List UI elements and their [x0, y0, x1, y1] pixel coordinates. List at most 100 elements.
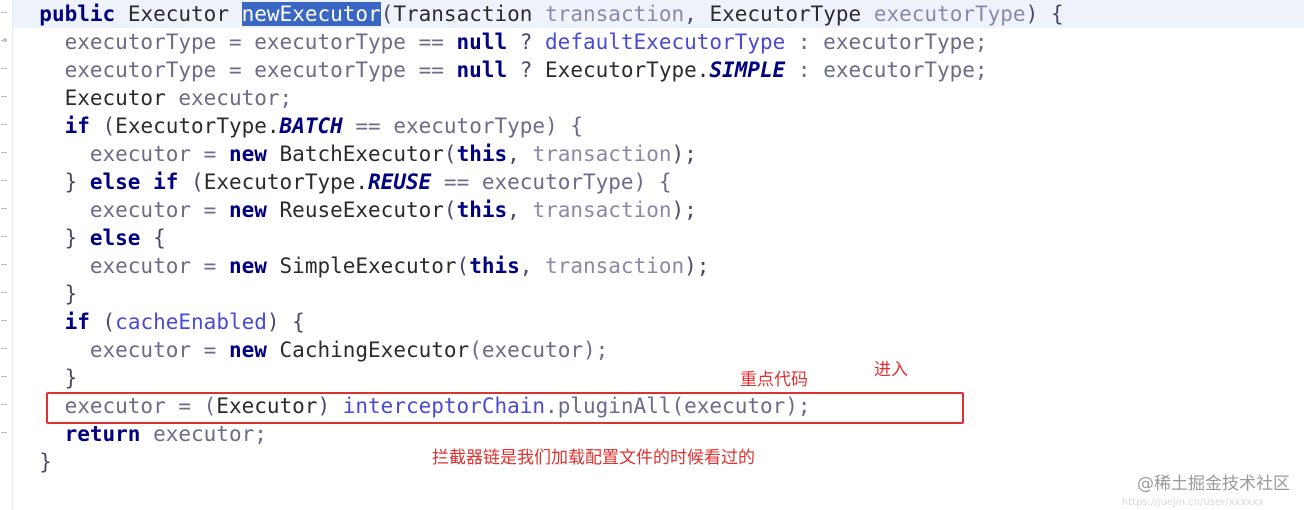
code-token: CachingExecutor: [279, 338, 470, 362]
code-token: (: [443, 142, 457, 166]
code-token: new: [228, 198, 267, 222]
code-line[interactable]: executor = new BatchExecutor(this, trans…: [14, 140, 1304, 168]
code-line[interactable]: executor = new CachingExecutor(executor)…: [14, 336, 1304, 364]
code-line[interactable]: executor = new SimpleExecutor(this, tran…: [14, 252, 1304, 280]
code-line[interactable]: } else if (ExecutorType.REUSE == executo…: [14, 168, 1304, 196]
code-line[interactable]: executor = new ReuseExecutor(this, trans…: [14, 196, 1304, 224]
code-token: (: [89, 114, 116, 138]
code-token: new: [228, 254, 267, 278]
code-token: if: [64, 310, 90, 334]
code-token: ?: [507, 30, 546, 54]
code-token: SIMPLE: [709, 58, 786, 82]
code-token: cacheEnabled: [115, 310, 267, 334]
code-line[interactable]: executorType = executorType == null ? Ex…: [14, 56, 1304, 84]
code-line[interactable]: if (ExecutorType.BATCH == executorType) …: [14, 112, 1304, 140]
code-token: transaction: [545, 2, 685, 26]
code-line[interactable]: }: [14, 364, 1304, 392]
code-token: this: [469, 254, 520, 278]
editor-gutter[interactable]: [0, 0, 13, 510]
code-line[interactable]: executorType = executorType == null ? de…: [14, 28, 1304, 56]
watermark-text: @稀土掘金技术社区: [1137, 474, 1290, 494]
code-token: executorType = executorType ==: [64, 58, 457, 82]
code-token: ) {: [266, 310, 305, 334]
code-token: defaultExecutorType: [545, 30, 786, 54]
code-token: REUSE: [368, 170, 432, 194]
code-token: public: [39, 2, 116, 26]
code-token: BatchExecutor: [279, 142, 444, 166]
code-token: Executor: [216, 394, 318, 418]
code-token: : executorType;: [785, 30, 988, 54]
code-token: .pluginAll(executor);: [545, 394, 811, 418]
code-token: (: [89, 310, 116, 334]
code-token: executor =: [89, 338, 229, 362]
code-line[interactable]: executor = (Executor) interceptorChain.p…: [14, 392, 1304, 420]
code-lines[interactable]: public Executor newExecutor(Transaction …: [14, 0, 1304, 476]
code-token: ): [317, 394, 343, 418]
code-token: );: [671, 142, 697, 166]
code-token: );: [684, 254, 710, 278]
code-token: ,: [507, 142, 533, 166]
code-token: if: [64, 114, 90, 138]
code-token: }: [64, 170, 90, 194]
code-line[interactable]: Executor executor;: [14, 84, 1304, 112]
code-token: transaction: [532, 142, 672, 166]
code-token: new: [228, 338, 267, 362]
code-token: SimpleExecutor: [279, 254, 457, 278]
code-token: executor =: [89, 254, 229, 278]
code-token: this: [456, 198, 508, 222]
code-line[interactable]: if (cacheEnabled) {: [14, 308, 1304, 336]
code-editor[interactable]: public Executor newExecutor(Transaction …: [0, 0, 1304, 510]
code-token: ReuseExecutor: [279, 198, 444, 222]
code-token: interceptorChain: [342, 394, 546, 418]
code-token: }: [64, 226, 90, 250]
code-token: executor = (: [64, 394, 217, 418]
code-token: ExecutorType.: [203, 170, 369, 194]
code-token: ,: [507, 198, 533, 222]
code-token: );: [671, 198, 697, 222]
code-token: return: [64, 422, 141, 446]
code-token: Executor: [127, 2, 229, 26]
code-token: (: [443, 198, 457, 222]
code-token: Transaction: [393, 2, 533, 26]
code-line[interactable]: public Executor newExecutor(Transaction …: [14, 0, 1304, 28]
code-token: BATCH: [279, 114, 343, 138]
code-token: }: [64, 282, 78, 306]
code-token: == executorType) {: [342, 114, 583, 138]
annotation-enter: 进入: [874, 360, 908, 380]
code-token: executor;: [165, 86, 293, 110]
breakpoint-dot[interactable]: [3, 38, 7, 42]
code-token: executorType = executorType ==: [64, 30, 457, 54]
code-token: ExecutorType.: [115, 114, 280, 138]
code-token: (executor);: [469, 338, 609, 362]
code-token: null: [456, 30, 508, 54]
code-token: ) {: [1025, 2, 1064, 26]
code-token: == executorType) {: [431, 170, 672, 194]
code-line[interactable]: }: [14, 280, 1304, 308]
watermark-subtext: https://juejin.cn/user/xxxxxx: [1121, 497, 1264, 508]
annotation-interceptor-chain: 拦截器链是我们加载配置文件的时候看过的: [432, 448, 755, 468]
code-line[interactable]: } else {: [14, 224, 1304, 252]
code-token: executor =: [89, 142, 229, 166]
code-token: (: [380, 2, 394, 26]
code-token: null: [456, 58, 508, 82]
code-token: this: [456, 142, 508, 166]
code-token: new: [228, 142, 267, 166]
code-token: ExecutorType.: [545, 58, 710, 82]
code-token: transaction: [532, 198, 672, 222]
